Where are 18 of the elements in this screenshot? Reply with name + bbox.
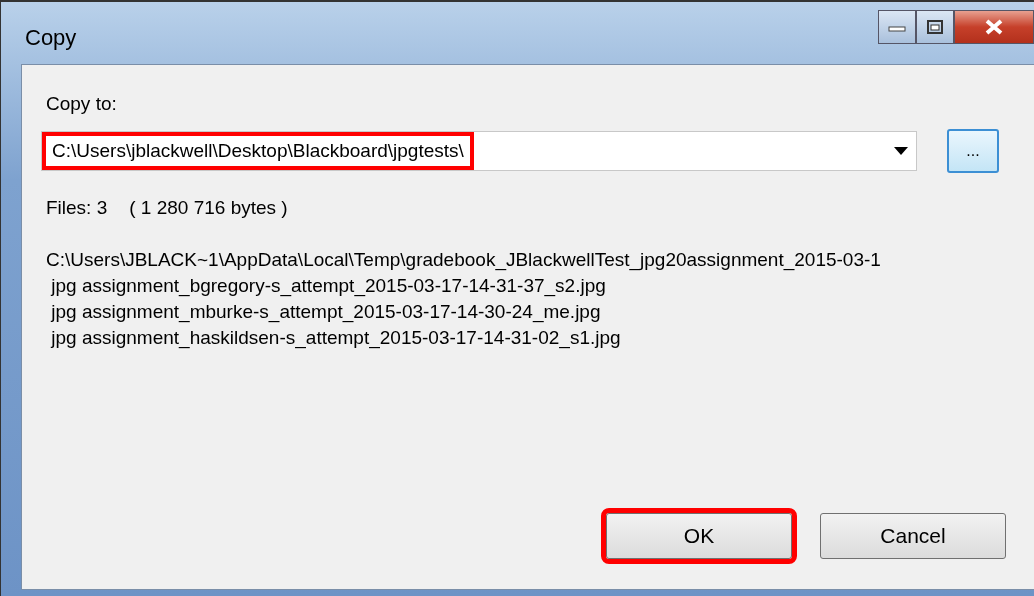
window-title: Copy (25, 25, 77, 51)
minimize-button[interactable] (878, 10, 916, 44)
destination-dropdown[interactable]: C:\Users\jblackwell\Desktop\Blackboard\jpgtests\ (41, 131, 917, 171)
file-count: Files: 3 (46, 197, 108, 219)
destination-path: C:\Users\jblackwell\Desktop\Blackboard\jpgtests\ (42, 132, 474, 170)
file-path: C:\Users\JBLACK~1\AppData\Local\Temp\gradebook_JBlackwellTest_jpg20assignment_2015-03-1 (46, 248, 881, 273)
close-button[interactable] (954, 10, 1034, 44)
caret-icon (894, 147, 908, 155)
browse-button[interactable]: ... (947, 129, 999, 173)
close-icon (983, 18, 1005, 36)
file-path: jpg assignment_haskildsen-s_attempt_2015-03-17-14-31-02_s1.jpg (49, 326, 621, 351)
copy-to-label: Copy to: (46, 93, 117, 115)
maximize-icon (926, 19, 944, 35)
maximize-button[interactable] (916, 10, 954, 44)
byte-count: ( 1 280 716 bytes ) (129, 197, 288, 219)
file-path: jpg assignment_mburke-s_attempt_2015-03-17-14-30-24_me.jpg (49, 300, 601, 325)
cancel-button[interactable]: Cancel (820, 513, 1006, 559)
file-path: jpg assignment_bgregory-s_attempt_2015-03-17-14-31-37_s2.jpg (49, 274, 606, 299)
